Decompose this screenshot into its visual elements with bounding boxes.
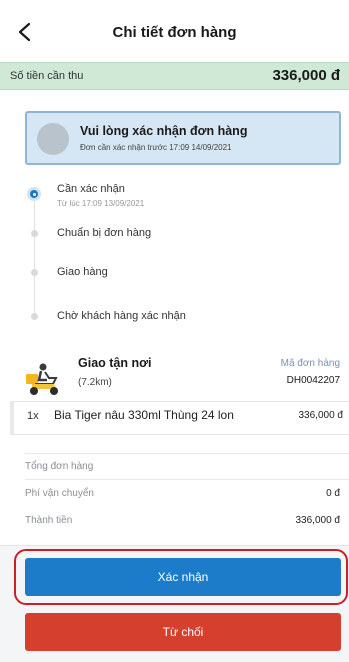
timeline-active-dot-icon [27,187,41,201]
timeline-step-label: Chuẩn bị đơn hàng [57,227,152,239]
shipping-fee-label: Phí vận chuyển [25,488,94,499]
confirm-notice-title: Vui lòng xác nhận đơn hàng [80,124,248,138]
item-name: Bia Tiger nâu 330ml Thùng 24 lon [54,408,234,422]
page-title: Chi tiết đơn hàng [112,24,237,41]
timeline-step-time: Từ lúc 17:09 13/09/2021 [57,199,145,208]
shipping-fee-value: 0 đ [326,488,340,499]
timeline-dot-icon [31,313,38,320]
grand-total-label: Thành tiền [25,515,73,526]
amount-due-label: Số tiền cần thu [10,70,84,82]
timeline-dot-icon [31,230,38,237]
reject-button[interactable]: Từ chối [25,613,341,651]
app-header: Chi tiết đơn hàng [0,0,349,62]
item-price: 336,000 đ [298,410,344,421]
timeline-line [34,196,35,318]
timeline-step-label: Cần xác nhận [57,183,125,195]
divider [25,479,349,480]
timeline-dot-icon [31,269,38,276]
confirm-notice: Vui lòng xác nhận đơn hàng Đơn cần xác n… [25,111,341,165]
avatar [37,123,69,155]
order-id: DH0042207 [286,375,340,386]
list-item: 1x Bia Tiger nâu 330ml Thùng 24 lon 336,… [10,401,349,435]
order-id-label: Mã đơn hàng [280,358,340,369]
confirm-notice-deadline: Đơn cần xác nhận trước 17:09 14/09/2021 [80,143,232,152]
delivery-method: Giao tận nơi [78,356,152,370]
divider [25,453,349,454]
timeline-step-label: Chờ khách hàng xác nhận [57,310,186,322]
delivery-distance: (7.2km) [78,377,112,388]
item-quantity: 1x [27,410,39,422]
amount-due-bar: Số tiền cần thu 336,000 đ [0,62,349,90]
grand-total-value: 336,000 đ [295,515,341,526]
amount-due-value: 336,000 đ [272,67,340,84]
order-total-label: Tổng đơn hàng [25,461,94,472]
delivery-scooter-icon [26,363,58,395]
timeline-step-label: Giao hàng [57,266,108,278]
confirm-button[interactable]: Xác nhận [25,558,341,596]
